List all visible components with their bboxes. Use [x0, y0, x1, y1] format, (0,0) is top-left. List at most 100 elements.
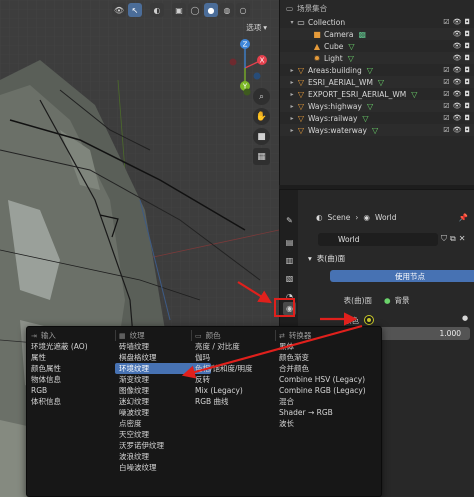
- material-icon[interactable]: ◍: [220, 3, 234, 17]
- menu-item[interactable]: RGB: [27, 385, 117, 396]
- menu-item[interactable]: 黑体: [275, 341, 381, 352]
- output-tab-icon[interactable]: ▥: [283, 254, 296, 267]
- menu-item[interactable]: Shader → RGB: [275, 407, 381, 418]
- tool-tab-icon[interactable]: ✎: [283, 214, 296, 227]
- menu-item[interactable]: Mix (Legacy): [191, 385, 279, 396]
- surface-value[interactable]: ● 背景: [377, 294, 457, 306]
- menu-item[interactable]: 环境光遮蔽 (AO): [27, 341, 117, 352]
- solid-icon[interactable]: ●: [204, 3, 218, 17]
- outliner-item[interactable]: ▸ ▽ Ways:railway ▽ ☑ 👁 ◘: [280, 112, 474, 124]
- menu-item[interactable]: 体积信息: [27, 396, 117, 407]
- menu-item[interactable]: 颜色渐变: [275, 352, 381, 363]
- camera-render-icon[interactable]: ◘: [464, 90, 470, 98]
- eye-icon[interactable]: 👁: [453, 30, 462, 38]
- expand-arrow-icon[interactable]: ▸: [288, 127, 296, 134]
- close-icon[interactable]: ✕: [459, 234, 466, 244]
- menu-item[interactable]: Combine RGB (Legacy): [275, 385, 381, 396]
- camera-render-icon[interactable]: ◘: [464, 78, 470, 86]
- checkbox-icon[interactable]: ☑: [443, 126, 449, 134]
- outliner-item[interactable]: ▸ ▽ EXPORT_ESRI_AERIAL_WM ▽ ☑ 👁 ◘: [280, 88, 474, 100]
- options-dropdown[interactable]: 选项 ▾: [242, 21, 271, 33]
- menu-item[interactable]: 白噪波纹理: [115, 462, 215, 473]
- use-nodes-button[interactable]: 使用节点: [330, 270, 474, 282]
- outliner-item[interactable]: ✹Light ▽ ☑👁◘: [280, 52, 474, 64]
- eye-icon[interactable]: 👁: [453, 78, 462, 86]
- menu-item[interactable]: 点密度: [115, 418, 215, 429]
- overlay-icon[interactable]: ◐: [150, 3, 164, 17]
- checkbox-icon[interactable]: ☑: [443, 66, 449, 74]
- pin-icon[interactable]: 📌: [459, 213, 468, 222]
- expand-arrow-icon[interactable]: ▸: [288, 115, 296, 122]
- checkbox-icon[interactable]: ☑: [443, 18, 449, 26]
- camera-render-icon[interactable]: ◘: [464, 66, 470, 74]
- camera-render-icon[interactable]: ◘: [464, 102, 470, 110]
- outliner-item[interactable]: ▾ ▭ Collection ☑ 👁 ◘: [280, 16, 474, 28]
- menu-item[interactable]: 沃罗诺伊纹理: [115, 440, 215, 451]
- render-tab-icon[interactable]: ▤: [283, 236, 296, 249]
- fake-user-icon[interactable]: ⛉: [441, 234, 447, 244]
- menu-item[interactable]: 波长: [275, 418, 381, 429]
- surface-panel-header[interactable]: ▾ 表(曲)面: [308, 253, 345, 264]
- camera-render-icon[interactable]: ◘: [464, 42, 470, 50]
- outliner-item[interactable]: ▸ ▽ Ways:highway ▽ ☑ 👁 ◘: [280, 100, 474, 112]
- menu-item[interactable]: 波浪纹理: [115, 451, 215, 462]
- eye-icon[interactable]: 👁: [453, 90, 462, 98]
- eye-icon[interactable]: 👁: [453, 114, 462, 122]
- checkbox-icon[interactable]: ☑: [443, 114, 449, 122]
- expand-arrow-icon[interactable]: ▾: [288, 19, 296, 26]
- checkbox-icon[interactable]: ☑: [443, 90, 449, 98]
- rendered-icon[interactable]: ○: [236, 3, 250, 17]
- zoom-icon[interactable]: ⌕: [253, 88, 270, 105]
- eye-icon[interactable]: 👁: [453, 18, 462, 26]
- expand-arrow-icon[interactable]: ▸: [288, 67, 296, 74]
- menu-item[interactable]: 属性: [27, 352, 117, 363]
- menu-item[interactable]: 天空纹理: [115, 429, 215, 440]
- hand-icon[interactable]: ✋: [253, 108, 270, 125]
- menu-item[interactable]: 亮度 / 对比度: [191, 341, 279, 352]
- outliner-item[interactable]: ▲Cube ▽ ☑👁◘: [280, 40, 474, 52]
- expand-arrow-icon[interactable]: ▸: [288, 103, 296, 110]
- eye-icon[interactable]: 👁: [453, 66, 462, 74]
- wireframe-icon[interactable]: ◯: [188, 3, 202, 17]
- outliner-root[interactable]: ▭ 场景集合: [280, 0, 474, 16]
- view-layer-tab-icon[interactable]: ▧: [283, 272, 296, 285]
- eye-icon[interactable]: 👁: [112, 3, 126, 17]
- cursor-icon[interactable]: ↖: [128, 3, 142, 17]
- camera-render-icon[interactable]: ◘: [464, 126, 470, 134]
- keyframe-dot-icon[interactable]: ●: [462, 314, 468, 322]
- outliner-item[interactable]: ▸ ▽ Ways:waterway ▽ ☑ 👁 ◘: [280, 124, 474, 136]
- menu-item[interactable]: Combine HSV (Legacy): [275, 374, 381, 385]
- menu-item[interactable]: 噪波纹理: [115, 407, 215, 418]
- menu-item[interactable]: 色相/饱和度/明度: [191, 363, 279, 374]
- expand-arrow-icon[interactable]: ▸: [288, 91, 296, 98]
- menu-item[interactable]: 伽玛: [191, 352, 279, 363]
- color-socket-button[interactable]: [364, 315, 374, 325]
- checkbox-icon[interactable]: ☑: [443, 102, 449, 110]
- outliner[interactable]: ▭ 场景集合 ▾▭Collection☑👁◘■Camera▩☑👁◘▲Cube▽☑…: [279, 0, 474, 185]
- add-node-menu[interactable]: ⇥ 输入 环境光遮蔽 (AO) 属性 颜色属性 物体信息 RGB 体积信息 ▦ 纹理 砖墙纹理…: [26, 326, 382, 497]
- menu-item[interactable]: 物体信息: [27, 374, 117, 385]
- menu-item[interactable]: RGB 曲线: [191, 396, 279, 407]
- menu-item[interactable]: 混合: [275, 396, 381, 407]
- menu-item[interactable]: 颜色属性: [27, 363, 117, 374]
- camera-icon[interactable]: ■: [253, 128, 270, 145]
- camera-render-icon[interactable]: ◘: [464, 114, 470, 122]
- outliner-item[interactable]: ■Camera ▩ ☑👁◘: [280, 28, 474, 40]
- copy-icon[interactable]: ⧉: [450, 234, 456, 244]
- outliner-item[interactable]: ▸ ▽ Areas:building ▽ ☑ 👁 ◘: [280, 64, 474, 76]
- checkbox-icon[interactable]: ☑: [443, 78, 449, 86]
- menu-item[interactable]: 反转: [191, 374, 279, 385]
- eye-icon[interactable]: 👁: [453, 102, 462, 110]
- eye-icon[interactable]: 👁: [453, 42, 462, 50]
- xray-icon[interactable]: ▣: [172, 3, 186, 17]
- camera-render-icon[interactable]: ◘: [464, 18, 470, 26]
- expand-arrow-icon[interactable]: ▸: [288, 79, 296, 86]
- eye-icon[interactable]: 👁: [453, 54, 462, 62]
- outliner-item[interactable]: ▸ ▽ ESRI_AERIAL_WM ▽ ☑ 👁 ◘: [280, 76, 474, 88]
- eye-icon[interactable]: 👁: [453, 126, 462, 134]
- grid-icon[interactable]: ▦: [253, 148, 270, 165]
- camera-render-icon[interactable]: ◘: [464, 30, 470, 38]
- menu-item[interactable]: 合并颜色: [275, 363, 381, 374]
- world-datablock-field[interactable]: World: [318, 233, 438, 246]
- camera-render-icon[interactable]: ◘: [464, 54, 470, 62]
